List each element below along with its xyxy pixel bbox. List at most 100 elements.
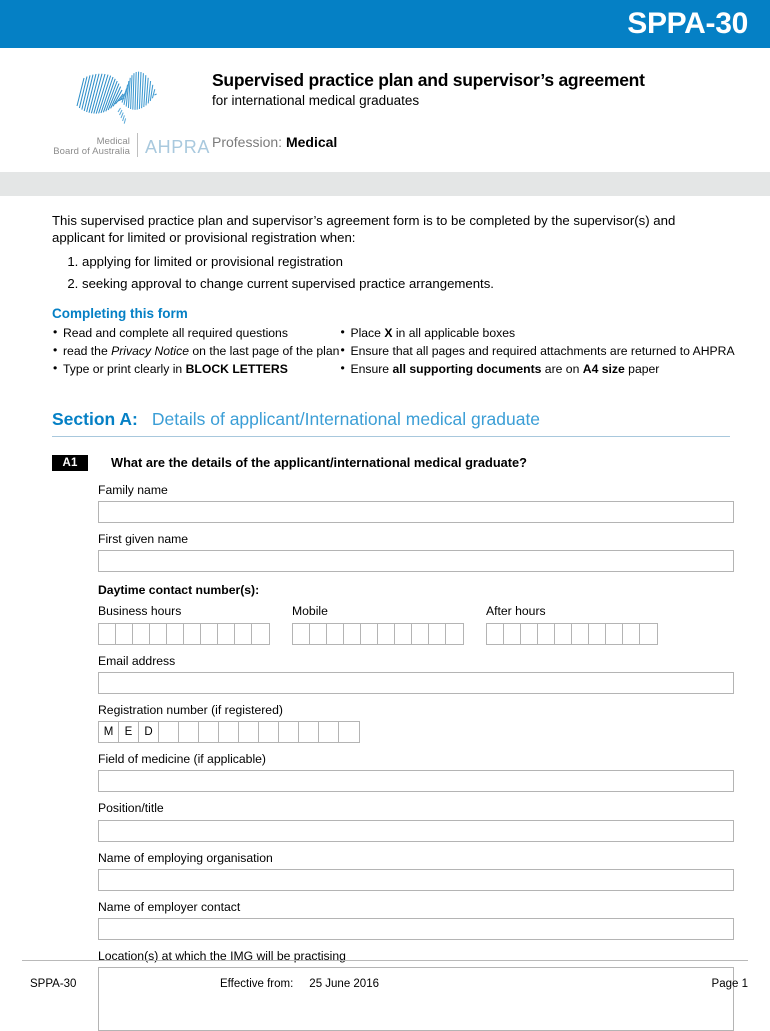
char-box[interactable] [150, 623, 167, 644]
field-label: Family name [98, 482, 168, 497]
footer-effective-date: 25 June 2016 [309, 978, 379, 990]
field-of-medicine-input[interactable] [98, 770, 734, 793]
char-box[interactable] [299, 722, 319, 743]
tip-strong: all supporting documents [392, 361, 542, 376]
char-box[interactable] [344, 623, 361, 644]
footer: SPPA-30 Effective from: 25 June 2016 Pag… [0, 960, 770, 1024]
field-business-hours: Business hours [98, 604, 270, 645]
tip-text: Ensure that all pages and required attac… [350, 344, 735, 359]
char-box[interactable] [555, 623, 572, 644]
char-box[interactable] [167, 623, 184, 644]
tip-item: Ensure that all pages and required attac… [339, 342, 735, 361]
field-email: Email address [98, 654, 734, 694]
char-box[interactable] [319, 722, 339, 743]
tip-strong: BLOCK LETTERS [185, 361, 288, 376]
char-box[interactable] [446, 624, 463, 644]
medical-board-wordmark: Medical Board of Australia [22, 136, 130, 158]
position-title-input[interactable] [98, 819, 734, 842]
char-box[interactable] [327, 623, 344, 644]
employer-contact-input[interactable] [98, 918, 734, 941]
field-position-title: Position/title [98, 801, 734, 842]
footer-page-number: Page 1 [711, 978, 748, 990]
field-label: Position/title [98, 801, 164, 816]
char-box[interactable] [521, 623, 538, 644]
char-box[interactable] [159, 722, 179, 743]
char-box[interactable] [504, 623, 521, 644]
intro-list-item: applying for limited or provisional regi… [82, 253, 730, 271]
tips-column-left: Read and complete all required questions… [52, 324, 340, 378]
char-box-prefix: D [139, 722, 159, 743]
char-box[interactable] [339, 722, 359, 742]
content: This supervised practice plan and superv… [0, 212, 770, 1031]
profession-label: Profession: [212, 134, 283, 151]
char-box[interactable] [395, 623, 412, 644]
field-label: Mobile [292, 604, 328, 619]
char-box[interactable] [589, 623, 606, 644]
char-box[interactable] [219, 722, 239, 743]
char-box[interactable] [252, 624, 269, 644]
logo-block: Medical Board of Australia AHPRA [22, 60, 212, 158]
question-a1: A1 What are the details of the applicant… [52, 454, 730, 471]
char-box[interactable] [572, 623, 589, 644]
grey-divider-band [0, 172, 770, 196]
char-box[interactable] [310, 623, 327, 644]
first-given-name-input[interactable] [98, 550, 734, 573]
family-name-input[interactable] [98, 500, 734, 523]
char-box[interactable] [259, 722, 279, 743]
char-box[interactable] [116, 623, 133, 644]
char-box[interactable] [279, 722, 299, 743]
section-label: Section A: [52, 408, 138, 429]
char-box[interactable] [412, 623, 429, 644]
question-badge: A1 [52, 454, 88, 471]
page-title: Supervised practice plan and supervisor’… [212, 70, 645, 90]
section-rule [52, 435, 730, 437]
char-box[interactable] [218, 623, 235, 644]
field-employing-organisation: Name of employing organisation [98, 851, 734, 891]
business-hours-boxes[interactable] [98, 622, 270, 645]
australia-map-logo-icon [76, 71, 157, 124]
tip-item: read the Privacy Notice on the last page… [52, 342, 340, 361]
email-input[interactable] [98, 671, 734, 694]
char-box[interactable] [361, 623, 378, 644]
char-box-prefix: M [99, 722, 119, 743]
employing-organisation-input[interactable] [98, 868, 734, 891]
char-box[interactable] [239, 722, 259, 743]
field-employer-contact: Name of employer contact [98, 900, 734, 941]
char-box[interactable] [538, 623, 555, 644]
header-bar: SPPA-30 [0, 0, 770, 48]
intro-paragraph: This supervised practice plan and superv… [52, 213, 676, 246]
char-box[interactable] [429, 623, 446, 644]
registration-number-boxes[interactable]: MED [98, 721, 360, 744]
char-box[interactable] [99, 623, 116, 644]
mobile-boxes[interactable] [292, 622, 464, 645]
daytime-contact-group: Business hours Mobile After hours [98, 604, 730, 645]
char-box[interactable] [201, 623, 218, 644]
tip-text: Read and complete all required questions [63, 326, 288, 341]
title-block: Supervised practice plan and supervisor’… [212, 60, 770, 150]
field-family-name: Family name [98, 482, 734, 523]
char-box[interactable] [606, 623, 623, 644]
masthead: Medical Board of Australia AHPRA Supervi… [0, 48, 770, 172]
tip-item: Ensure all supporting documents are on A… [339, 360, 734, 379]
field-list: Family name First given name Daytime con… [98, 482, 734, 1031]
char-box[interactable] [184, 623, 201, 644]
field-registration-number: Registration number (if registered) MED [98, 703, 730, 744]
field-label: After hours [486, 604, 546, 619]
char-box[interactable] [623, 623, 640, 644]
after-hours-boxes[interactable] [486, 622, 658, 645]
tip-strong-2: A4 size [582, 361, 625, 376]
field-label: Field of medicine (if applicable) [98, 752, 266, 767]
tip-text-tail: paper [624, 361, 660, 376]
char-box[interactable] [640, 624, 657, 644]
char-box[interactable] [487, 623, 504, 644]
field-after-hours: After hours [486, 604, 658, 645]
tip-item: Read and complete all required questions [52, 324, 339, 343]
tip-text-tail: on the last page of the plan [189, 344, 340, 359]
char-box[interactable] [133, 623, 150, 644]
char-box[interactable] [199, 722, 219, 743]
logo-wordmark: Medical Board of Australia AHPRA [22, 130, 212, 158]
char-box[interactable] [378, 623, 395, 644]
char-box[interactable] [293, 623, 310, 644]
char-box[interactable] [235, 623, 252, 644]
char-box[interactable] [179, 722, 199, 743]
